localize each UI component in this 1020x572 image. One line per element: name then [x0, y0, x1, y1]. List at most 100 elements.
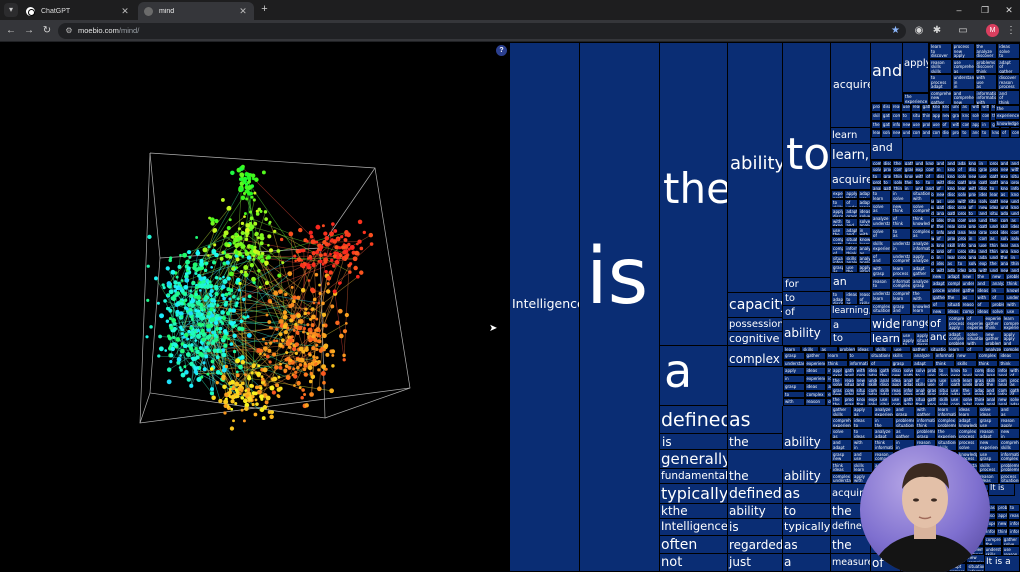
treemap-leaf[interactable]: situations [869, 352, 891, 360]
treemap-leaf[interactable]: situationsinformation [937, 386, 950, 397]
treemap-leaf[interactable]: useadapt [949, 386, 961, 397]
treemap-leaf[interactable]: understand [900, 129, 911, 138]
treemap-leaf[interactable]: adaptreason [857, 199, 871, 209]
treemap-leaf[interactable]: situations with [911, 190, 931, 203]
treemap-leaf[interactable]: reason apply [999, 417, 1020, 429]
treemap-leaf[interactable]: analyzeunderstand [871, 215, 891, 228]
restore-icon[interactable]: ❐ [978, 3, 992, 17]
treemap-leaf[interactable]: learn process [891, 265, 911, 278]
treemap-node-to-4[interactable]: to [783, 504, 831, 519]
treemap-node-wide[interactable]: wide [871, 315, 901, 332]
treemap-node-is-3[interactable]: is [728, 519, 783, 536]
treemap-leaf[interactable]: experience [995, 112, 1020, 120]
treemap-leaf[interactable]: understandin [891, 240, 911, 253]
treemap-node-ability-2[interactable]: ability [783, 320, 831, 346]
treemap-leaf[interactable]: to learn [871, 190, 891, 203]
treemap-leaf[interactable]: withexperience [831, 217, 845, 227]
treemap-leaf[interactable]: information [933, 352, 956, 360]
treemap-node-is-2[interactable]: is [660, 434, 728, 450]
treemap-leaf[interactable]: complex [980, 111, 991, 121]
3d-network-visualization[interactable] [0, 43, 510, 572]
treemap-leaf[interactable]: discover [940, 129, 951, 138]
treemap-leaf[interactable]: newgatherproblems [983, 330, 1002, 346]
treemap-leaf[interactable]: analyze [990, 280, 1006, 287]
treemap-leaf[interactable]: comprehendinformation [996, 386, 1009, 397]
treemap-leaf[interactable]: todiscover [937, 367, 950, 377]
treemap-node-for[interactable]: for [783, 278, 831, 292]
treemap-node-kthe[interactable]: kthe [660, 504, 728, 519]
treemap-leaf[interactable]: with [783, 398, 805, 406]
treemap-leaf[interactable]: to [783, 390, 805, 399]
treemap-node-the-3[interactable]: the [728, 469, 783, 484]
close-tab-icon[interactable]: ✕ [238, 6, 248, 17]
treemap-node-is[interactable]: is [580, 43, 660, 572]
reload-icon[interactable]: ↻ [40, 24, 54, 38]
treemap-leaf[interactable]: complexanalyze [972, 367, 985, 377]
treemap-leaf[interactable]: understandskills [983, 546, 1002, 556]
treemap-leaf[interactable]: process solve [957, 439, 978, 451]
treemap-leaf[interactable]: gatherapply [842, 367, 855, 377]
treemap-node-and[interactable]: and [871, 43, 903, 103]
treemap-node-the-5[interactable]: the [831, 536, 871, 554]
treemap-leaf[interactable]: analyzeadapt [873, 428, 894, 440]
treemap-leaf[interactable]: complex [890, 111, 901, 121]
treemap-leaf[interactable]: applythink [844, 190, 858, 200]
treemap-leaf[interactable]: information [1008, 528, 1020, 536]
treemap-leaf[interactable]: knowledge [1005, 287, 1020, 294]
treemap-leaf[interactable]: adaptreason [972, 386, 985, 397]
treemap-leaf[interactable]: process situations [999, 472, 1020, 484]
treemap-leaf[interactable]: the analyze discover [974, 43, 998, 59]
treemap-leaf[interactable]: comprehend [910, 129, 921, 138]
treemap-node-a-2[interactable]: a [783, 554, 831, 572]
treemap-leaf[interactable]: reasonunderstand [890, 386, 902, 397]
treemap-leaf[interactable]: ideas to as [844, 291, 858, 305]
treemap-leaf[interactable]: to process adapt [929, 74, 952, 90]
treemap-leaf[interactable]: new think [891, 202, 911, 215]
treemap-leaf[interactable]: gather [880, 111, 891, 121]
treemap-leaf[interactable]: think [996, 528, 1009, 536]
treemap-leaf[interactable]: analyzeas [857, 245, 871, 255]
treemap-leaf[interactable]: problems [871, 103, 881, 112]
treemap-leaf[interactable]: complex [930, 129, 941, 138]
treemap-leaf[interactable]: solveadapt [960, 396, 973, 406]
treemap-leaf[interactable]: reasonofskills [857, 291, 871, 305]
treemap-leaf[interactable]: new in [999, 428, 1020, 440]
treemap-leaf[interactable]: toapply [960, 367, 973, 377]
treemap-leaf[interactable]: and [975, 280, 991, 287]
treemap-leaf[interactable]: apply [996, 512, 1009, 520]
treemap-leaf[interactable]: grasp [783, 352, 805, 360]
treemap-leaf[interactable]: gatherknowledge [925, 396, 938, 406]
treemap-leaf[interactable]: with of [1008, 367, 1020, 377]
treemap-leaf[interactable]: information [1008, 520, 1020, 528]
treemap-leaf[interactable]: complexadapt [866, 386, 879, 397]
treemap-leaf[interactable]: the and [960, 386, 973, 397]
treemap-leaf[interactable]: of [931, 301, 946, 308]
treemap-leaf[interactable]: with gather [915, 406, 936, 418]
treemap-leaf[interactable]: problems grasp [915, 428, 936, 440]
treemap-leaf[interactable]: gather solve [1001, 536, 1020, 546]
treemap-leaf[interactable]: gatheradapt [901, 396, 914, 406]
treemap-leaf[interactable]: knowledge [995, 119, 1020, 127]
treemap-leaf[interactable]: ideas [975, 287, 991, 294]
treemap-leaf[interactable]: theexperience [936, 428, 957, 440]
treemap-leaf[interactable]: solve as [831, 428, 852, 440]
treemap-node-as-3[interactable]: as [728, 406, 783, 434]
treemap-leaf[interactable]: new [955, 352, 977, 360]
treemap-leaf[interactable]: grasp [783, 382, 805, 391]
treemap-leaf[interactable]: knowledgelearn [857, 236, 871, 246]
treemap-leaf[interactable]: thinkinformation [873, 439, 894, 451]
treemap-leaf[interactable]: knowledge [990, 129, 1001, 138]
treemap-leaf[interactable]: the [945, 294, 961, 301]
treemap-node-apply[interactable]: apply [903, 43, 929, 93]
treemap-leaf[interactable]: adapt [931, 280, 946, 287]
treemap-leaf[interactable]: skills process [978, 461, 999, 473]
treemap-leaf[interactable]: new [900, 120, 911, 130]
treemap-leaf[interactable]: problems [950, 129, 961, 138]
treemap-leaf[interactable]: and grasp [894, 406, 915, 418]
treemap-node-and-3[interactable]: and [929, 332, 947, 346]
treemap-leaf[interactable]: of [990, 294, 1006, 301]
treemap-leaf[interactable]: learn to discover [929, 43, 952, 59]
treemap-leaf[interactable]: applydiscover [831, 208, 845, 218]
treemap-leaf[interactable]: new [996, 520, 1009, 528]
treemap-leaf[interactable]: and [920, 129, 931, 138]
